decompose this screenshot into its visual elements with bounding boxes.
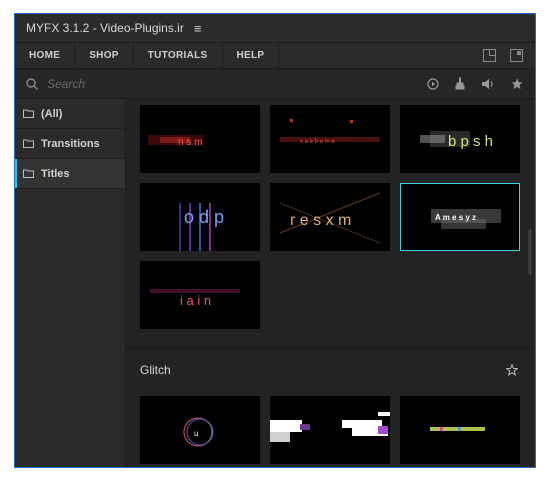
toolbar-icons: [427, 77, 535, 90]
window-controls: [483, 49, 535, 62]
folder-icon: [23, 169, 34, 178]
folder-icon: [23, 109, 34, 118]
sidebar-item-label: Titles: [41, 167, 70, 180]
scrollbar[interactable]: [528, 229, 532, 275]
sidebar-item-label: (All): [41, 107, 63, 120]
preset-preview: u: [183, 417, 214, 447]
sidebar-item-all[interactable]: (All): [15, 99, 125, 129]
section-divider: [127, 347, 535, 348]
preset-preview: A m e s y z: [431, 209, 501, 229]
folder-icon: [23, 139, 34, 148]
preset-thumbnail[interactable]: o d p: [140, 183, 260, 251]
preset-thumbnail[interactable]: n s m: [140, 105, 260, 173]
top-nav: HOME SHOP TUTORIALS HELP: [15, 42, 535, 69]
preset-text: x a e b e m e: [300, 139, 335, 145]
preset-text: o d p: [184, 207, 224, 227]
preset-thumbnail[interactable]: x a e b e m e: [270, 105, 390, 173]
preset-thumbnail[interactable]: i a i n: [140, 261, 260, 329]
maximize-icon[interactable]: [510, 49, 523, 62]
sidebar-item-transitions[interactable]: Transitions: [15, 129, 125, 159]
preset-preview: r e s x m: [279, 192, 381, 244]
preset-text: n s m: [178, 137, 202, 148]
sidebar-item-label: Transitions: [41, 137, 100, 150]
preset-grid: n s m x a e b e m e b p s h o d p r e s …: [127, 99, 535, 467]
usb-icon[interactable]: [455, 77, 465, 90]
search-bar: [15, 69, 535, 99]
nav-tutorials[interactable]: TUTORIALS: [134, 43, 223, 68]
preset-preview: x a e b e m e: [280, 119, 380, 145]
star-outline-icon[interactable]: [506, 364, 518, 376]
nav-home[interactable]: HOME: [15, 43, 76, 68]
preset-thumbnail[interactable]: b p s h: [400, 105, 520, 173]
app-window: MYFX 3.1.2 - Video-Plugins.ir ≡ HOME SHO…: [14, 13, 536, 468]
preset-text: r e s x m: [290, 212, 351, 229]
nav-help[interactable]: HELP: [223, 43, 280, 68]
preset-thumbnail[interactable]: [400, 396, 520, 464]
preset-text: i a i n: [180, 293, 211, 308]
preset-text: A m e s y z: [435, 213, 476, 222]
section-title-glitch: Glitch: [140, 363, 171, 377]
preset-thumbnail[interactable]: u: [140, 396, 260, 464]
preset-thumbnail[interactable]: [270, 396, 390, 464]
play-icon[interactable]: [427, 77, 439, 90]
category-sidebar: (All) Transitions Titles: [15, 99, 126, 467]
volume-icon[interactable]: [481, 78, 495, 90]
sidebar-item-titles[interactable]: Titles: [15, 159, 125, 189]
star-icon[interactable]: [511, 78, 523, 90]
minimize-icon[interactable]: [483, 49, 496, 62]
preset-preview: n s m: [148, 135, 203, 148]
preset-preview: [270, 412, 390, 442]
preset-preview: o d p: [179, 203, 224, 251]
preset-text: u: [194, 429, 198, 438]
title-bar: MYFX 3.1.2 - Video-Plugins.ir ≡: [15, 14, 535, 42]
preset-preview: [430, 427, 485, 431]
preset-thumbnail[interactable]: r e s x m: [270, 183, 390, 251]
search-input[interactable]: [45, 75, 349, 92]
preset-thumbnail-selected[interactable]: A m e s y z: [400, 183, 520, 251]
preset-text: b p s h: [448, 133, 493, 150]
nav-shop[interactable]: SHOP: [75, 43, 134, 68]
app-title: MYFX 3.1.2 - Video-Plugins.ir: [26, 21, 184, 35]
preset-preview: b p s h: [420, 131, 493, 150]
search-icon: [26, 77, 38, 90]
menu-icon[interactable]: ≡: [194, 21, 202, 36]
preset-preview: i a i n: [150, 289, 240, 308]
